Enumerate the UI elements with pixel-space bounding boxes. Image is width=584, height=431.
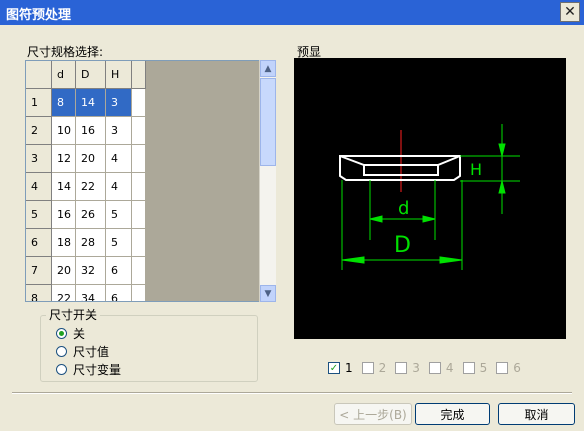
column-header-H[interactable]: H: [106, 61, 132, 89]
table-cell[interactable]: 20: [76, 145, 106, 173]
column-header-d[interactable]: d: [52, 61, 76, 89]
table-cell[interactable]: 16: [76, 117, 106, 145]
view-checkbox-2[interactable]: 2: [361, 361, 386, 375]
table-cell[interactable]: [132, 201, 146, 229]
dim-label-d: d: [398, 198, 409, 219]
preview-canvas: d D H: [294, 58, 566, 339]
finish-button[interactable]: 完成: [415, 403, 490, 425]
table-cell[interactable]: [132, 145, 146, 173]
radio-icon: [56, 364, 67, 375]
radio-icon: [56, 328, 67, 339]
size-table: d D H 1 8 14 3 2 10 16 3 3 12 20 4 4 14 22 4 5 16 26 5 6 18 28…: [25, 60, 275, 302]
table-cell[interactable]: [132, 173, 146, 201]
table-cell[interactable]: 6: [106, 285, 132, 301]
table-cell[interactable]: 3: [106, 117, 132, 145]
table-corner: [26, 61, 52, 89]
column-header-extra: [132, 61, 146, 89]
view-checkbox-6[interactable]: 6: [496, 361, 521, 375]
view-checkbox-3[interactable]: 3: [395, 361, 420, 375]
dim-label-H: H: [470, 160, 482, 179]
table-cell[interactable]: 32: [76, 257, 106, 285]
table-cell[interactable]: 28: [76, 229, 106, 257]
table-cell[interactable]: 6: [106, 257, 132, 285]
washer-chamfer: [339, 155, 461, 166]
table-cell[interactable]: [132, 117, 146, 145]
radio-size-variable[interactable]: 尺寸变量: [56, 361, 121, 378]
dim-label-D: D: [394, 233, 411, 258]
table-cell[interactable]: 22: [76, 173, 106, 201]
cancel-button[interactable]: 取消: [498, 403, 575, 425]
table-cell[interactable]: 34: [76, 285, 106, 301]
table-cell[interactable]: 22: [52, 285, 76, 301]
table-cell[interactable]: 10: [52, 117, 76, 145]
row-header[interactable]: 1: [26, 89, 52, 117]
row-header[interactable]: 4: [26, 173, 52, 201]
table-cell[interactable]: 14: [76, 89, 106, 117]
view-checkbox-5[interactable]: 5: [462, 361, 487, 375]
row-header[interactable]: 7: [26, 257, 52, 285]
prev-button[interactable]: < 上一步(B): [334, 403, 412, 425]
radio-icon: [56, 346, 67, 357]
table-cell[interactable]: 18: [52, 229, 76, 257]
radio-size-value[interactable]: 尺寸值: [56, 343, 109, 360]
row-header[interactable]: 8: [26, 285, 52, 301]
radio-off[interactable]: 关: [56, 325, 85, 342]
table-cell[interactable]: 12: [52, 145, 76, 173]
checkbox-checked-icon: ✓: [328, 362, 340, 374]
view-checkbox-4[interactable]: 4: [428, 361, 454, 375]
scroll-thumb[interactable]: [260, 78, 276, 166]
table-cell[interactable]: [132, 229, 146, 257]
chevron-down-icon: ▼: [264, 288, 272, 299]
table-cell[interactable]: 3: [106, 89, 132, 117]
size-switch-title: 尺寸开关: [46, 306, 101, 323]
table-cell[interactable]: [132, 285, 146, 301]
table-cell[interactable]: [132, 89, 146, 117]
table-cell[interactable]: [132, 257, 146, 285]
close-icon: ✕: [564, 4, 576, 20]
chevron-up-icon: ▲: [264, 63, 272, 74]
window-title: 图符预处理: [6, 8, 72, 23]
table-cell[interactable]: 5: [106, 229, 132, 257]
washer-drawing: d D H: [339, 124, 520, 270]
column-header-D[interactable]: D: [76, 61, 106, 89]
separator: [12, 392, 572, 394]
table-cell[interactable]: 20: [52, 257, 76, 285]
row-header[interactable]: 3: [26, 145, 52, 173]
scroll-down-button[interactable]: ▼: [260, 285, 276, 302]
table-cell[interactable]: 16: [52, 201, 76, 229]
dimension-lines: [341, 124, 520, 270]
scroll-up-button[interactable]: ▲: [260, 60, 276, 77]
table-cell[interactable]: 5: [106, 201, 132, 229]
table-cell[interactable]: 4: [106, 145, 132, 173]
size-select-label: 尺寸规格选择:: [27, 45, 104, 59]
title-bar: 图符预处理 ✕: [0, 0, 584, 25]
table-scrollbar[interactable]: ▲ ▼: [259, 60, 276, 302]
table-cell[interactable]: 26: [76, 201, 106, 229]
close-button[interactable]: ✕: [560, 2, 580, 22]
view-checkbox-1[interactable]: ✓ 1: [328, 361, 353, 375]
washer-outline: [339, 155, 461, 181]
row-header[interactable]: 5: [26, 201, 52, 229]
table-cell[interactable]: 8: [52, 89, 76, 117]
row-header[interactable]: 6: [26, 229, 52, 257]
table-cell[interactable]: 4: [106, 173, 132, 201]
row-header[interactable]: 2: [26, 117, 52, 145]
view-checkboxes: ✓ 1 2 3 4 5 6: [328, 361, 530, 375]
table-cell[interactable]: 14: [52, 173, 76, 201]
